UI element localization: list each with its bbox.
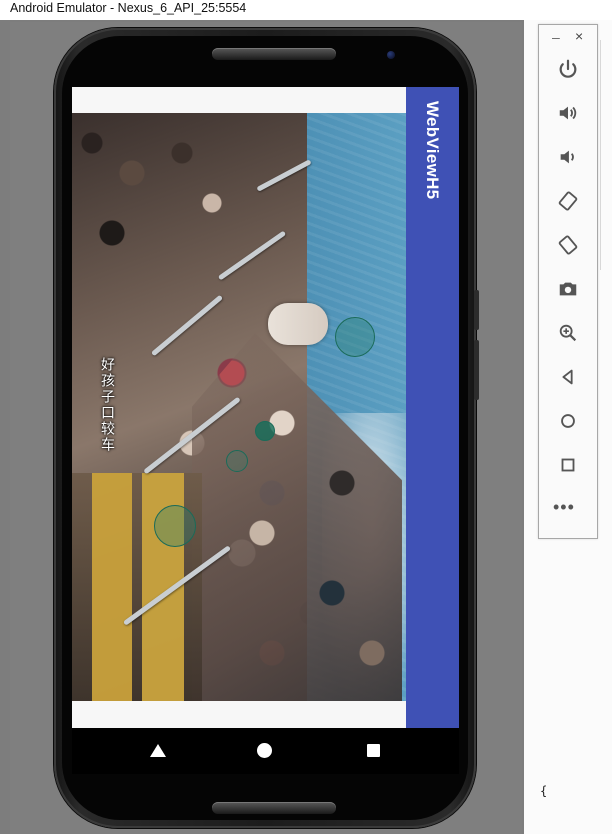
camera-icon[interactable]	[552, 273, 584, 305]
phone-volume-button	[474, 340, 479, 400]
bottom-speaker	[212, 802, 336, 814]
touch-ripple	[226, 450, 248, 472]
touch-ripple	[335, 317, 375, 357]
ide-divider	[600, 40, 612, 270]
phone-side-button	[474, 290, 479, 330]
webview-margin-bottom	[72, 701, 406, 728]
zoom-icon[interactable]	[552, 317, 584, 349]
video-player[interactable]: 好孩子口较车	[72, 113, 406, 701]
minimize-button[interactable]: –	[552, 29, 560, 45]
volume-down-icon[interactable]	[552, 141, 584, 173]
touch-ripple	[255, 421, 275, 441]
nav-home-icon[interactable]	[257, 743, 272, 758]
more-button[interactable]: •••	[553, 497, 575, 518]
nav-back-icon[interactable]	[150, 744, 166, 757]
overview-icon[interactable]	[552, 449, 584, 481]
app-title: WebViewH5	[423, 101, 442, 200]
volume-up-icon[interactable]	[552, 97, 584, 129]
back-icon[interactable]	[552, 361, 584, 393]
nav-recents-icon[interactable]	[367, 744, 380, 757]
touch-ripple	[154, 505, 196, 547]
video-subtitle: 好孩子口较车	[100, 357, 116, 453]
video-performer	[268, 303, 328, 345]
device-screen[interactable]: 好孩子口较车 WebViewH5	[72, 87, 459, 728]
earpiece-speaker	[212, 48, 336, 60]
window-title: Android Emulator - Nexus_6_API_25:5554	[10, 1, 247, 15]
navigation-bar	[72, 728, 459, 774]
app-toolbar: WebViewH5	[406, 87, 459, 728]
front-camera	[387, 51, 395, 59]
rotate-right-icon[interactable]	[552, 229, 584, 261]
power-icon[interactable]	[552, 53, 584, 85]
emulator-toolbar: – × •••	[538, 24, 598, 539]
home-icon[interactable]	[552, 405, 584, 437]
emulator-titlebar: Android Emulator - Nexus_6_API_25:5554	[0, 0, 612, 20]
code-brace: {	[540, 784, 548, 798]
webview-margin-top	[72, 87, 406, 113]
close-button[interactable]: ×	[575, 28, 583, 44]
rotate-left-icon[interactable]	[552, 185, 584, 217]
